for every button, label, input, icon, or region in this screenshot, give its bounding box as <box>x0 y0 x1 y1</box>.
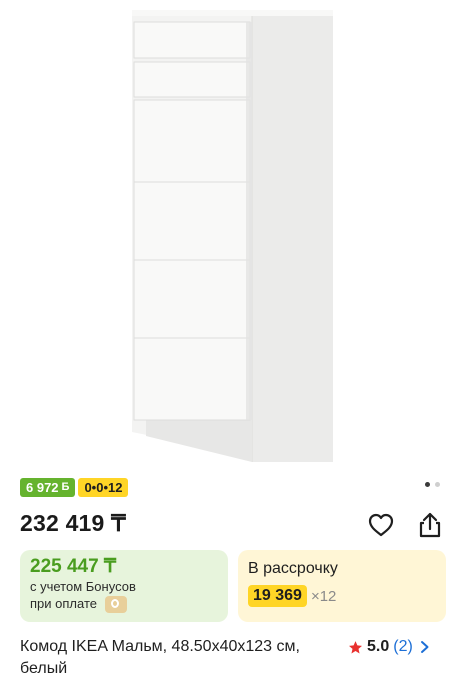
bonus-price-card[interactable]: 225 447 ₸ с учетом Бонусов при оплате <box>20 550 228 622</box>
installment-title: В рассрочку <box>248 560 338 577</box>
share-icon[interactable] <box>415 510 445 540</box>
product-image[interactable] <box>0 0 466 470</box>
rating-value: 5.0 <box>367 638 390 655</box>
product-price: 232 419 ₸ <box>20 510 126 536</box>
heart-outline-icon[interactable] <box>366 510 396 540</box>
installment-row: 19 369 ×12 <box>248 585 436 607</box>
bonus-badge-amount: 6 972 <box>26 480 59 495</box>
rating-count: (2) <box>393 638 413 655</box>
bonus-note-line2-row: при оплате <box>30 595 218 614</box>
installment-badge: 0•0•12 <box>78 478 129 497</box>
gallery-pager <box>425 482 440 487</box>
bonus-badge: 6 972 Б <box>20 478 76 497</box>
dresser-illustration <box>132 10 333 462</box>
bonus-price: 225 447 ₸ <box>30 556 117 577</box>
pager-dot-active <box>425 482 430 487</box>
installment-months: ×12 <box>310 587 337 605</box>
bonus-glyph: Б <box>61 481 70 493</box>
chevron-right-icon <box>420 641 429 653</box>
pager-dot <box>435 482 440 487</box>
star-icon <box>349 640 362 653</box>
product-title: Комод IKEA Мальм, 48.50x40x123 см, белый <box>20 638 300 677</box>
installment-amount: 19 369 <box>248 585 307 607</box>
bonus-note-line1: с учетом Бонусов <box>30 579 136 594</box>
bonus-note-line2: при оплате <box>30 596 97 611</box>
payment-method-icon <box>104 596 127 614</box>
promo-badges: 6 972 Б 0•0•12 <box>20 478 129 497</box>
rating-link[interactable]: 5.0 (2) <box>348 636 431 658</box>
installment-card[interactable]: В рассрочку 19 369 ×12 <box>238 550 446 622</box>
